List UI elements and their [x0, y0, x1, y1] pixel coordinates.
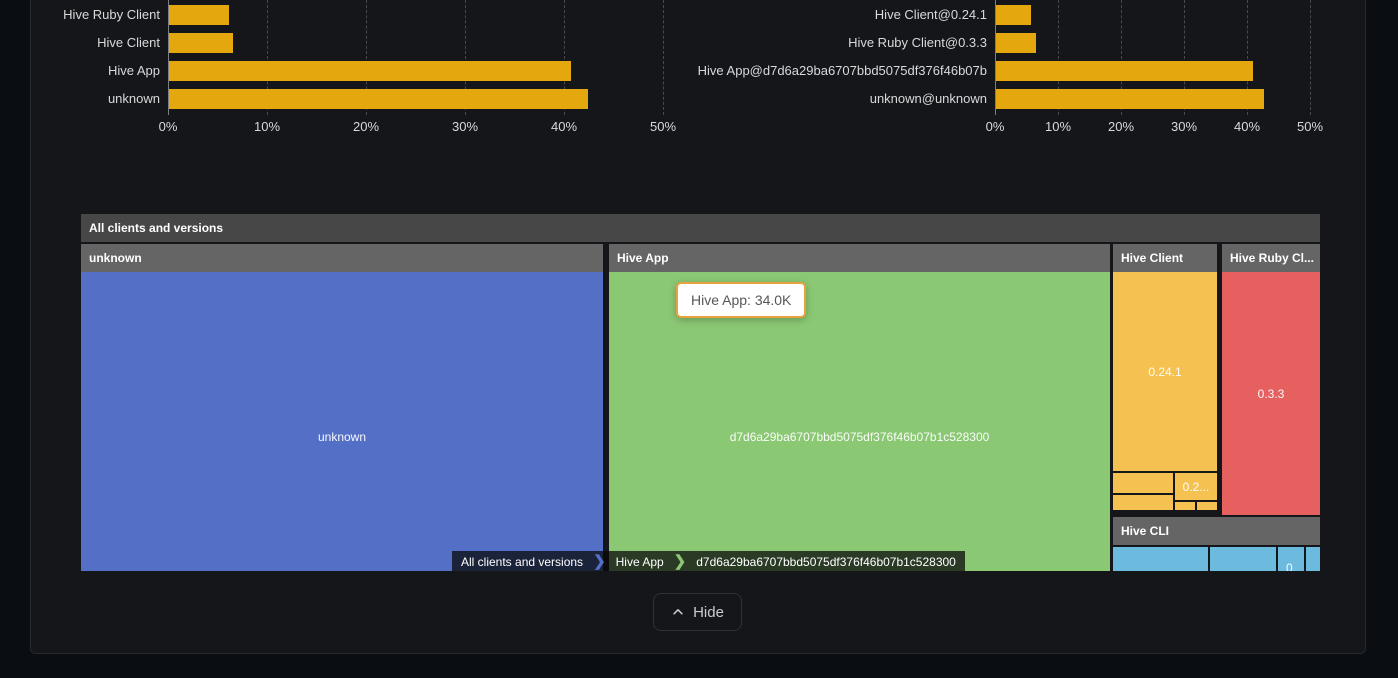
treemap-cell[interactable]: [1113, 473, 1173, 493]
bar[interactable]: [996, 5, 1031, 25]
bar[interactable]: [169, 89, 588, 109]
bar[interactable]: [169, 33, 233, 53]
axis-tick-label: 30%: [1160, 119, 1208, 135]
treemap-cell-label: d7d6a29ba6707bbd5075df376f46b07b1c528300: [730, 430, 990, 444]
bar[interactable]: [996, 61, 1253, 81]
treemap-section-header[interactable]: Hive Ruby Cl...: [1222, 244, 1320, 272]
treemap-cell[interactable]: 0.24.1: [1113, 272, 1217, 471]
axis-tick-label: 40%: [1223, 119, 1271, 135]
breadcrumb-item[interactable]: d7d6a29ba6707bbd5075df376f46b07b1c528300: [687, 551, 965, 571]
axis-tick-label: 20%: [1097, 119, 1145, 135]
hide-button[interactable]: Hide: [653, 593, 742, 631]
treemap-cell[interactable]: [1306, 547, 1320, 571]
treemap-cell-label: unknown: [318, 430, 366, 444]
treemap-section-header[interactable]: Hive Client: [1113, 244, 1217, 272]
treemap-cell[interactable]: 0.23.0: [1210, 547, 1276, 571]
treemap-cell-label: 0.: [1278, 561, 1304, 571]
breadcrumb-arrow-icon: ❯: [592, 551, 607, 571]
category-label: Hive App: [0, 63, 160, 79]
category-label: Hive Ruby Client: [0, 7, 160, 23]
axis-tick-label: 50%: [639, 119, 687, 135]
breadcrumb-arrow-icon: ❯: [673, 551, 688, 571]
treemap-cell[interactable]: unknown: [81, 272, 603, 571]
axis-tick-label: 0%: [144, 119, 192, 135]
gridline: [1310, 0, 1311, 115]
treemap-cell-label: 0.3.3: [1258, 387, 1285, 401]
category-label: Hive Ruby Client@0.3.3: [687, 35, 987, 51]
clients-treemap: All clients and versionsunknownunknownHi…: [81, 214, 1320, 571]
axis-tick-label: 50%: [1286, 119, 1334, 135]
breadcrumb-item[interactable]: Hive App: [607, 551, 673, 571]
bar[interactable]: [169, 61, 571, 81]
category-label: unknown: [0, 91, 160, 107]
axis-tick-label: 10%: [243, 119, 291, 135]
tooltip: Hive App: 34.0K: [676, 282, 806, 318]
bar[interactable]: [996, 89, 1264, 109]
gridline: [663, 0, 664, 115]
breadcrumb: All clients and versions❯Hive App❯d7d6a2…: [452, 551, 965, 571]
axis-tick-label: 30%: [441, 119, 489, 135]
treemap-cell[interactable]: [1113, 495, 1173, 510]
breadcrumb-item[interactable]: All clients and versions: [452, 551, 592, 571]
axis-tick-label: 0%: [971, 119, 1019, 135]
treemap-section-header[interactable]: unknown: [81, 244, 603, 272]
treemap-cell[interactable]: [1175, 502, 1195, 510]
treemap-cell[interactable]: [1197, 502, 1217, 510]
bar[interactable]: [169, 5, 229, 25]
category-label: Hive Client@0.24.1: [687, 7, 987, 23]
treemap-section-header[interactable]: Hive App: [609, 244, 1110, 272]
treemap-cell-label: 0.24.1: [1148, 365, 1181, 379]
treemap-section-header[interactable]: Hive CLI: [1113, 517, 1320, 545]
axis-tick-label: 40%: [540, 119, 588, 135]
treemap-title-bar[interactable]: All clients and versions: [81, 214, 1320, 242]
chevron-up-icon: [671, 605, 685, 619]
treemap-cell[interactable]: 0.3.3: [1222, 272, 1320, 515]
category-label: Hive Client: [0, 35, 160, 51]
bar[interactable]: [996, 33, 1036, 53]
treemap-cell[interactable]: 0.2...: [1175, 473, 1217, 500]
category-label: unknown@unknown: [687, 91, 987, 107]
treemap-cell-label: 0.2...: [1183, 480, 1210, 494]
hide-button-label: Hide: [693, 604, 724, 621]
tooltip-text: Hive App: 34.0K: [691, 292, 791, 308]
treemap-cell[interactable]: 0.23.0: [1113, 547, 1208, 571]
treemap-cell[interactable]: 0.: [1278, 547, 1304, 571]
category-label: Hive App@d7d6a29ba6707bbd5075df376f46b07…: [687, 63, 987, 79]
axis-tick-label: 10%: [1034, 119, 1082, 135]
axis-tick-label: 20%: [342, 119, 390, 135]
